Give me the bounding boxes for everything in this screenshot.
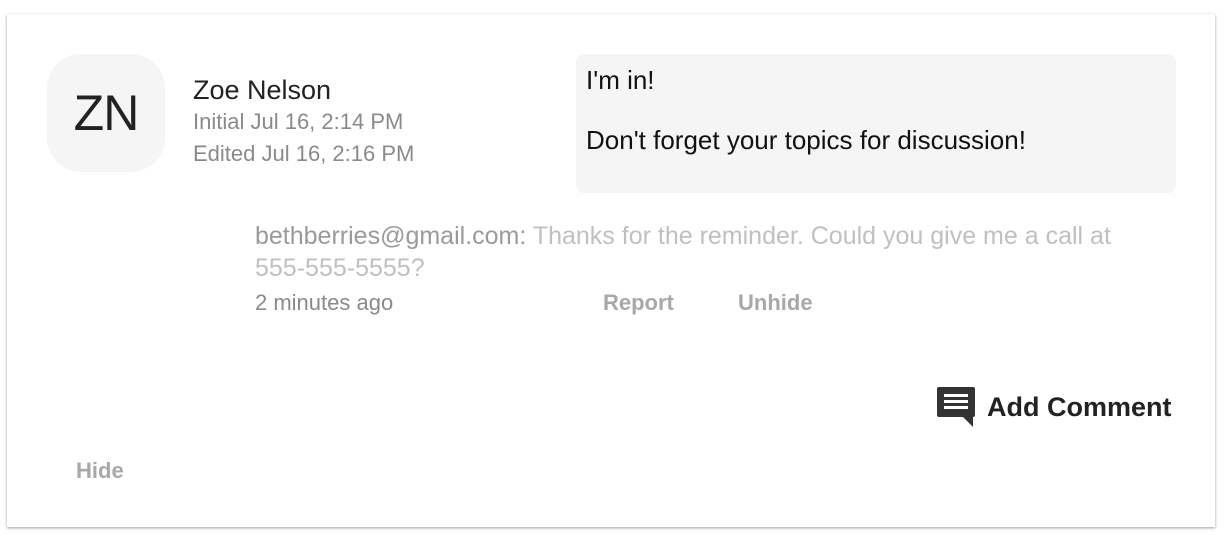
comment-body: I'm in! Don't forget your topics for dis… bbox=[576, 54, 1176, 193]
comment-body-line-2: Don't forget your topics for discussion! bbox=[586, 125, 1026, 155]
reply-timestamp: 2 minutes ago bbox=[255, 290, 394, 315]
comment-icon bbox=[937, 387, 975, 427]
reply-author: bethberries@gmail.com: bbox=[255, 222, 527, 250]
hide-link[interactable]: Hide bbox=[76, 458, 124, 484]
add-comment-label: Add Comment bbox=[987, 391, 1172, 422]
add-comment-button[interactable]: Add Comment bbox=[935, 385, 1172, 429]
avatar-initials: ZN bbox=[73, 85, 140, 141]
reply-content: bethberries@gmail.com: Thanks for the re… bbox=[255, 220, 1155, 284]
author-name: Zoe Nelson bbox=[193, 75, 332, 105]
comment-body-line-1: I'm in! bbox=[586, 65, 655, 95]
avatar: ZN bbox=[47, 54, 165, 172]
comment-author-block: Zoe Nelson Initial Jul 16, 2:14 PM Edite… bbox=[193, 74, 414, 170]
unhide-link[interactable]: Unhide bbox=[738, 290, 813, 316]
edited-timestamp: Edited Jul 16, 2:16 PM bbox=[193, 141, 415, 166]
report-link[interactable]: Report bbox=[603, 290, 674, 316]
initial-timestamp: Initial Jul 16, 2:14 PM bbox=[193, 109, 404, 134]
comment-card: ZN Zoe Nelson Initial Jul 16, 2:14 PM Ed… bbox=[7, 14, 1215, 527]
